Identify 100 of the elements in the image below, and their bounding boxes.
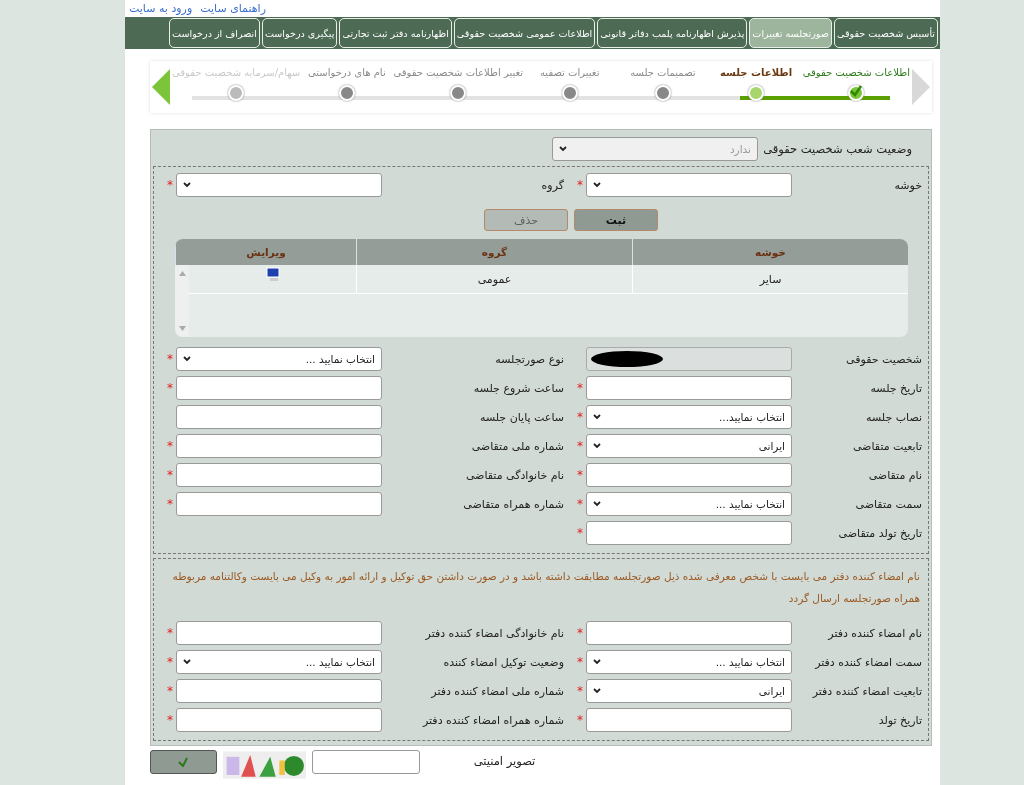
select-field[interactable]: ایرانی [586,434,792,458]
required-mark: * [576,410,584,424]
tab[interactable]: اظهارنامه دفتر ثبت تجارتی [339,18,452,48]
required-mark: * [576,468,584,482]
column-header: خوشه [632,239,908,265]
top-link[interactable]: ورود به سایت [129,0,193,17]
chevron-icon [593,182,601,188]
required-mark: * [166,468,174,482]
input-field[interactable] [586,621,792,645]
check-icon [850,85,863,97]
table-cell: عمومی [356,265,632,293]
select-value: انتخاب نمایید ... [305,353,375,365]
required-mark: * [576,626,584,640]
scroll-up-icon[interactable] [178,271,186,276]
chevron-icon [593,501,601,507]
step-label: اطلاعات جلسه [720,66,793,80]
scrollbar[interactable] [175,265,189,337]
field-label: گروه [540,178,565,192]
select-field[interactable]: انتخاب نمایید ... [176,650,382,674]
field-label: سمت امضاء کننده دفتر [813,655,922,669]
chevron-icon [593,443,601,449]
input-field[interactable] [176,405,382,429]
step-label: تغییر اطلاعات شخصیت حقوقی [393,66,524,80]
required-mark: * [166,352,174,366]
select-field[interactable]: انتخاب نمایید ... [586,492,792,516]
required-mark: * [576,526,584,540]
next-arrow-icon[interactable] [910,67,932,107]
field-label: تاریخ تولد متقاضی [837,526,922,540]
chevron-icon [183,356,191,362]
select-value: انتخاب نمایید ... [715,656,785,668]
field-label: ساعت پایان جلسه [479,410,565,424]
prev-arrow-icon[interactable] [150,67,172,107]
required-mark: * [576,178,584,192]
field-label: نصاب جلسه [865,410,922,424]
step-label: نام های درخواستی [308,66,386,80]
table-cell: سایر [632,265,908,293]
field-label: شماره ملی متقاضی [470,439,565,453]
required-mark: * [576,381,584,395]
field-label: وضعیت شعب شخصیت حقوقی [762,142,912,156]
step-label: تغییرات تصفیه [540,66,600,80]
field-label: وضعیت توکیل امضاء کننده [442,655,565,669]
tab[interactable]: تأسیس شخصیت حقوقی [833,18,938,48]
input-field[interactable] [176,679,382,703]
input-field[interactable] [586,463,792,487]
select-field[interactable]: انتخاب نمایید ... [586,650,792,674]
captcha-field[interactable] [312,750,421,774]
select-field[interactable]: ایرانی [586,679,792,703]
field-label: شماره همراه امضاء کننده دفتر [421,713,565,727]
step-label: اطلاعات شخصیت حقوقی [802,66,910,80]
input-field[interactable] [586,521,792,545]
select-field[interactable]: انتخاب نمایید... [586,405,792,429]
input-field[interactable] [586,376,792,400]
refresh-button[interactable] [150,750,217,774]
chevron-icon [183,659,191,665]
input-field[interactable] [176,708,382,732]
required-mark: * [166,439,174,453]
field-label: نام امضاء کننده دفتر [826,626,922,640]
required-mark: * [576,655,584,669]
input-field[interactable] [176,621,382,645]
input-field[interactable] [176,376,382,400]
field-label: نام خانوادگی متقاضی [464,468,565,482]
field-label: شماره همراه متقاضی [462,497,565,511]
input-field[interactable] [176,434,382,458]
monitor-icon[interactable] [264,267,281,283]
required-mark: * [166,655,174,669]
required-mark: * [166,684,174,698]
required-mark: * [576,713,584,727]
field-label: تاریخ تولد [877,713,922,727]
select-value: انتخاب نمایید ... [715,498,785,510]
input-field[interactable] [176,463,382,487]
select-field[interactable] [176,173,382,197]
column-header: گروه [356,239,632,265]
required-mark: * [576,439,584,453]
field-label: نوع صورتجلسه [494,352,565,366]
input-field[interactable] [586,708,792,732]
required-mark: * [576,497,584,511]
top-link[interactable]: راهنمای سایت [200,0,266,17]
field-label: شماره ملی امضاء کننده دفتر [429,684,565,698]
action-button[interactable]: ثبت [574,209,658,231]
field-label: سمت متقاضی [854,497,922,511]
tab[interactable]: پذیرش اظهارنامه پلمب دفاتر قانونی [597,18,748,48]
select-field[interactable]: انتخاب نمایید ... [176,347,382,371]
field-label: ساعت شروع جلسه [472,381,565,395]
field-label: نام خانوادگی امضاء کننده دفتر [424,626,565,640]
select-value: انتخاب نمایید ... [305,656,375,668]
scroll-down-icon[interactable] [178,326,186,331]
required-mark: * [166,713,174,727]
notice-text: نام امضاء کننده دفتر می بایست با شخص معرفی شده ذیل صورتجلسه مطابقت داشته باشد و در صورت داشتن حق توکیل و ارائه امور به وکیل می بایست وکالتنامه مربوطه همراه صورتجلسه ارسال گردد [171,569,920,607]
select-field[interactable] [586,173,792,197]
required-mark: * [166,626,174,640]
required-mark: * [576,684,584,698]
tab[interactable]: پیگیری درخواست [261,18,338,48]
tab[interactable]: اطلاعات عمومی شخصیت حقوقی [453,18,596,48]
required-mark: * [166,381,174,395]
captcha-label: تصویر امنیتی [472,753,536,768]
chevron-icon [183,182,191,188]
input-field[interactable] [176,492,382,516]
chevron-icon [593,659,601,665]
tab[interactable]: انصراف از درخواست [169,18,260,48]
field-label: نام متقاضی [867,468,922,482]
